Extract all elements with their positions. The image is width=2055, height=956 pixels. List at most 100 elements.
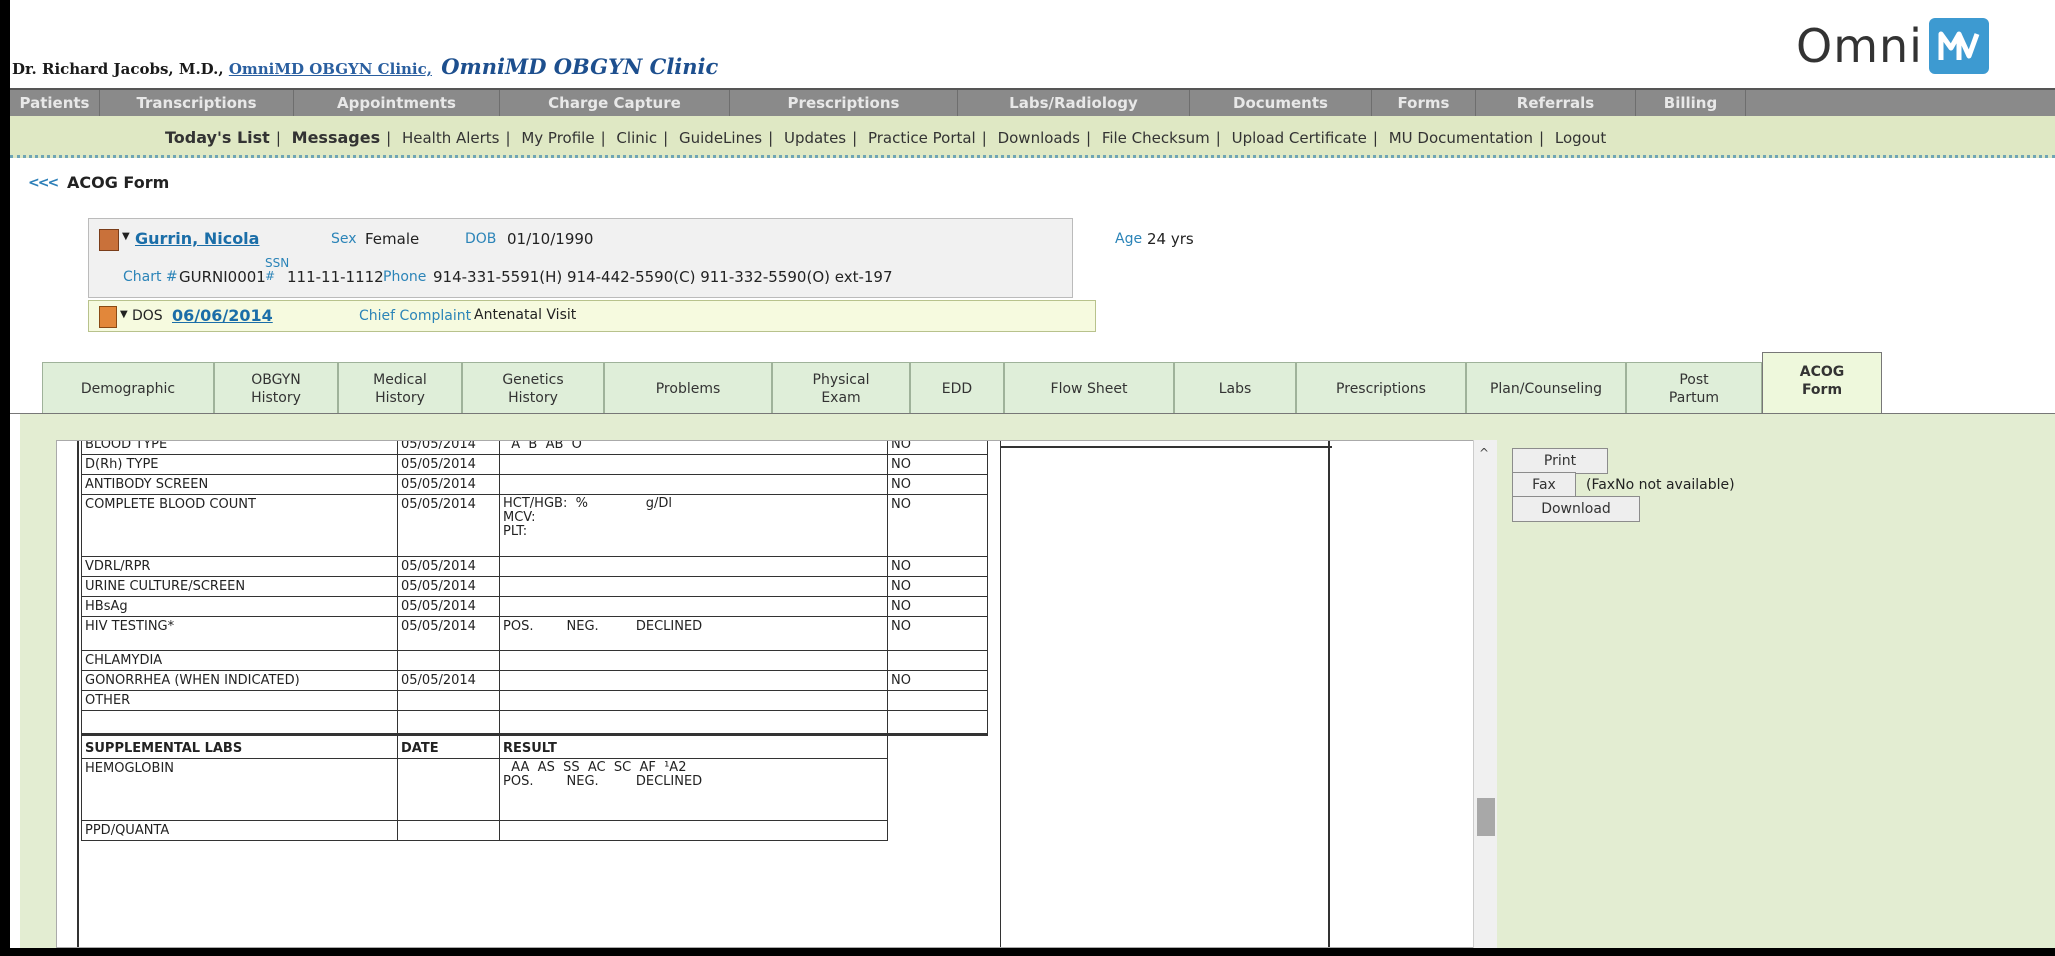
- logo-text: Omni: [1796, 19, 1923, 73]
- clinic-title: OmniMD OBGYN Clinic: [441, 54, 719, 79]
- tab-label: EDD: [941, 380, 973, 397]
- chief-complaint-label: Chief Complaint: [359, 308, 472, 324]
- subnav-practice-portal[interactable]: Practice Portal: [868, 129, 976, 147]
- dob-label: DOB: [465, 231, 497, 247]
- provider-line: Dr. Richard Jacobs, M.D., OmniMD OBGYN C…: [12, 54, 718, 79]
- table-row: URINE CULTURE/SCREEN 05/05/2014 NO: [81, 576, 988, 597]
- phone-value: 914-331-5591(H) 914-442-5590(C) 911-332-…: [433, 268, 893, 286]
- table-row: HBsAg 05/05/2014 NO: [81, 596, 988, 617]
- subnav-messages[interactable]: Messages: [292, 128, 380, 147]
- patient-name[interactable]: Gurrin, Nicola: [135, 229, 259, 248]
- scroll-up-icon[interactable]: ^: [1479, 446, 1489, 460]
- table-row: COMPLETE BLOOD COUNT 05/05/2014 HCT/HGB: %…: [81, 494, 988, 557]
- tab-plan-counseling[interactable]: Plan/Counseling: [1466, 362, 1626, 414]
- print-button[interactable]: Print: [1512, 448, 1608, 474]
- ssn-label: SSN #: [265, 256, 290, 283]
- nav-labs-radiology[interactable]: Labs/Radiology: [958, 90, 1190, 116]
- ssn-value: 111-11-1112: [287, 268, 384, 286]
- phone-label: Phone: [383, 269, 427, 285]
- nav-billing[interactable]: Billing: [1636, 90, 1746, 116]
- fax-button[interactable]: Fax: [1512, 472, 1576, 498]
- nav-prescriptions[interactable]: Prescriptions: [730, 90, 958, 116]
- tab-label: Labs: [1218, 380, 1252, 397]
- acog-form-content: BLOOD TYPE 05/05/2014 A B AB O NO D(Rh) TY…: [20, 414, 2055, 948]
- patient-info-box: ▼ Gurrin, Nicola Sex Female DOB 01/10/19…: [88, 218, 1194, 298]
- age-label: Age: [1115, 231, 1143, 247]
- table-row: D(Rh) TYPE 05/05/2014 NO: [81, 454, 988, 475]
- tab-problems[interactable]: Problems: [604, 362, 772, 414]
- age-value: 24 yrs: [1147, 230, 1194, 248]
- fax-note: (FaxNo not available): [1586, 477, 1735, 493]
- labs-rows: BLOOD TYPE 05/05/2014 A B AB O NO D(Rh) TY…: [81, 441, 988, 735]
- tab-genetics-history[interactable]: Genetics History: [462, 362, 604, 414]
- screen-bottom-border: [0, 948, 2055, 956]
- form-actions-panel: Print Fax (FaxNo not available) Download: [1498, 440, 2055, 948]
- tab-label: Medical: [373, 371, 427, 388]
- tab-prescriptions[interactable]: Prescriptions: [1296, 362, 1466, 414]
- nav-referrals[interactable]: Referrals: [1476, 90, 1636, 116]
- nav-documents[interactable]: Documents: [1190, 90, 1372, 116]
- tab-edd[interactable]: EDD: [910, 362, 1004, 414]
- tab-label: Plan/Counseling: [1489, 380, 1603, 397]
- chart-value: GURNI0001: [179, 268, 266, 286]
- table-row: PPD/QUANTA: [81, 820, 988, 841]
- nav-appointments[interactable]: Appointments: [294, 90, 500, 116]
- acog-form-frame[interactable]: BLOOD TYPE 05/05/2014 A B AB O NO D(Rh) TY…: [56, 440, 1496, 948]
- tab-post-partum[interactable]: Post Partum: [1626, 362, 1762, 414]
- nav-forms[interactable]: Forms: [1372, 90, 1476, 116]
- form-left-border: [77, 441, 79, 947]
- download-button[interactable]: Download: [1512, 496, 1640, 522]
- sex-value: Female: [365, 230, 420, 248]
- supplemental-header-row: SUPPLEMENTAL LABS DATE RESULT: [81, 734, 988, 759]
- table-row: CHLAMYDIA: [81, 650, 988, 671]
- section-tabs: Demographic OBGYN History Medical History …: [42, 352, 1882, 414]
- main-nav: Patients Transcriptions Appointments Cha…: [10, 88, 2055, 116]
- tab-label-2: History: [251, 389, 301, 406]
- table-row: ANTIBODY SCREEN 05/05/2014 NO: [81, 474, 988, 495]
- subnav-downloads[interactable]: Downloads: [998, 129, 1080, 147]
- sub-nav: Today's List | Messages | Health Alerts | M…: [10, 116, 2055, 158]
- tab-demographic[interactable]: Demographic: [42, 362, 214, 414]
- nav-transcriptions[interactable]: Transcriptions: [100, 90, 294, 116]
- table-row: HEMOGLOBIN AA AS SS AC SC AF ¹A2 POS. NE…: [81, 758, 988, 821]
- subnav-clinic[interactable]: Clinic: [616, 129, 657, 147]
- tab-physical-exam[interactable]: Physical Exam: [772, 362, 910, 414]
- subnav-logout[interactable]: Logout: [1555, 129, 1606, 147]
- nav-patients[interactable]: Patients: [10, 90, 100, 116]
- chief-complaint-value: Antenatal Visit: [474, 307, 577, 323]
- tab-label-2: Form: [1801, 382, 1843, 398]
- tab-medical-history[interactable]: Medical History: [338, 362, 462, 414]
- tab-flow-sheet[interactable]: Flow Sheet: [1004, 362, 1174, 414]
- dos-label: DOS: [132, 308, 163, 324]
- subnav-my-profile[interactable]: My Profile: [521, 129, 594, 147]
- subnav-upload-certificate[interactable]: Upload Certificate: [1232, 129, 1367, 147]
- tab-label-2: Partum: [1668, 389, 1720, 406]
- visit-menu-caret-icon[interactable]: ▼: [120, 309, 128, 320]
- form-scrollbar[interactable]: ^: [1473, 440, 1497, 948]
- subnav-todays-list[interactable]: Today's List: [165, 128, 270, 147]
- scrollbar-thumb[interactable]: [1477, 798, 1495, 836]
- comments-column: [1000, 441, 1330, 947]
- tab-label-2: History: [508, 389, 558, 406]
- tab-label: Problems: [655, 380, 721, 397]
- patient-menu-caret-icon[interactable]: ▼: [122, 231, 130, 242]
- nav-charge-capture[interactable]: Charge Capture: [500, 90, 730, 116]
- table-row: HIV TESTING* 05/05/2014 POS. NEG. DECLINED…: [81, 616, 988, 651]
- back-arrows-icon[interactable]: <<<: [28, 175, 59, 191]
- tab-labs[interactable]: Labs: [1174, 362, 1296, 414]
- omnimd-logo-icon: [1928, 18, 1989, 74]
- tab-label: ACOG: [1799, 364, 1845, 380]
- dos-value[interactable]: 06/06/2014: [172, 306, 273, 325]
- tab-label: OBGYN: [251, 371, 301, 388]
- subnav-updates[interactable]: Updates: [784, 129, 846, 147]
- subnav-mu-documentation[interactable]: MU Documentation: [1389, 129, 1533, 147]
- patient-photo-icon[interactable]: [99, 229, 119, 251]
- visit-document-icon[interactable]: [99, 306, 117, 328]
- tab-acog-form[interactable]: ACOG Form: [1762, 352, 1882, 414]
- subnav-file-checksum[interactable]: File Checksum: [1102, 129, 1210, 147]
- page-title: ACOG Form: [67, 173, 170, 192]
- tab-obgyn-history[interactable]: OBGYN History: [214, 362, 338, 414]
- subnav-guidelines[interactable]: GuideLines: [679, 129, 762, 147]
- subnav-health-alerts[interactable]: Health Alerts: [402, 129, 500, 147]
- clinic-link[interactable]: OmniMD OBGYN Clinic,: [229, 60, 432, 78]
